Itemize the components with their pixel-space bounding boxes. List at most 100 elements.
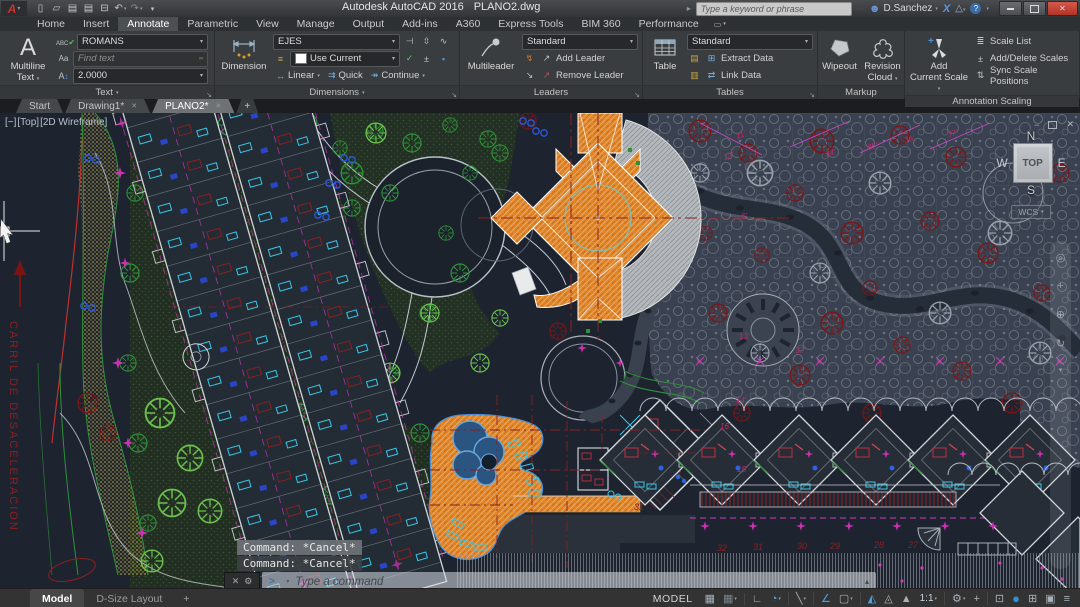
search-input[interactable]: Type a keyword or phrase bbox=[696, 2, 852, 16]
dimensions-dialog-launcher-icon[interactable]: ↘ bbox=[451, 91, 457, 99]
text-style-select[interactable]: ROMANS▾ bbox=[77, 34, 208, 50]
layout-tab-d-size[interactable]: D-Size Layout bbox=[84, 589, 174, 607]
zoom-extents-icon[interactable]: ⊕ bbox=[1056, 308, 1065, 321]
leader-align-icon[interactable]: ↘ bbox=[522, 70, 537, 81]
save-icon[interactable]: ▤ bbox=[65, 2, 80, 15]
table-cell-icon[interactable]: ▤ bbox=[687, 53, 702, 64]
scale-list-label[interactable]: Scale List bbox=[990, 36, 1031, 47]
multiline-text-button[interactable]: A Multiline Text ▾ bbox=[3, 33, 53, 85]
find-text-input[interactable]: Find text ∞ bbox=[73, 51, 208, 67]
spell-check-icon[interactable]: ABC✔ bbox=[56, 37, 75, 47]
isolate-objects-icon[interactable]: ⊡ bbox=[987, 592, 1008, 605]
adjust-space-icon[interactable]: ⇳ bbox=[419, 36, 434, 47]
continue-dimension-button[interactable]: ↠Continue▾ bbox=[368, 70, 428, 81]
link-data-icon[interactable]: ⇄ bbox=[704, 70, 719, 81]
panel-footer-dimensions[interactable]: Dimensions▾ ↘ bbox=[215, 85, 459, 99]
viewport-controls[interactable]: [−][Top][2D Wireframe] bbox=[5, 117, 108, 128]
doc-tab-start[interactable]: Start bbox=[16, 99, 63, 113]
qat-menu-icon[interactable]: ▾ bbox=[145, 2, 160, 15]
doc-tab-close-icon[interactable]: ✕ bbox=[131, 102, 137, 110]
viewcube-west[interactable]: W bbox=[996, 156, 1007, 170]
model-space-toggle[interactable]: MODEL bbox=[645, 593, 701, 605]
customization-icon[interactable]: ≡ bbox=[1060, 593, 1074, 605]
panel-footer-tables[interactable]: Tables ↘ bbox=[643, 85, 817, 99]
osnap-icon[interactable]: ▢▾ bbox=[835, 592, 857, 605]
viewcube-north[interactable]: N bbox=[988, 129, 1074, 143]
remove-leader-label[interactable]: Remove Leader bbox=[556, 70, 624, 81]
snap-icon[interactable]: ▦▾ bbox=[719, 592, 741, 605]
dim-update-icon[interactable]: ✓ bbox=[402, 53, 417, 64]
drawing-restore-icon[interactable] bbox=[1048, 121, 1057, 129]
doc-tab-drawing1[interactable]: Drawing1*✕ bbox=[65, 99, 150, 113]
drawing-minimize-icon[interactable]: − bbox=[1034, 120, 1039, 130]
search-collapse-icon[interactable]: ▸ bbox=[687, 4, 691, 13]
pan-icon[interactable]: + bbox=[1057, 280, 1063, 292]
graphics-performance-icon[interactable]: ● bbox=[1008, 591, 1024, 606]
polar-tracking-icon[interactable]: ◔▾ bbox=[767, 593, 785, 605]
ribbon-tab-manage[interactable]: Manage bbox=[288, 17, 344, 31]
save-as-icon[interactable]: ▤ bbox=[81, 2, 96, 15]
sync-scale-positions-label[interactable]: Sync Scale Positions bbox=[990, 65, 1076, 87]
drawing-viewport[interactable]: CARRIL DE DESACELERACION3231302928273111… bbox=[0, 113, 1080, 588]
wipeout-button[interactable]: Wipeout bbox=[821, 33, 858, 85]
ribbon-tab-annotate[interactable]: Annotate bbox=[118, 17, 178, 31]
leader-collect-icon[interactable]: ↯ bbox=[522, 53, 537, 64]
text-dialog-launcher-icon[interactable]: ↘ bbox=[206, 91, 212, 99]
minimize-button[interactable] bbox=[999, 1, 1022, 16]
quick-dimension-button[interactable]: ⇉Quick bbox=[325, 70, 366, 81]
center-mark-icon[interactable]: ▪ bbox=[436, 54, 451, 64]
viewcube[interactable]: N W TOP E S WCS▾ bbox=[988, 129, 1074, 220]
dimension-button[interactable]: Dimension bbox=[218, 33, 270, 85]
add-leader-icon[interactable]: ↗ bbox=[539, 53, 554, 64]
new-file-icon[interactable]: ▯ bbox=[33, 2, 48, 15]
autocad-logo-icon[interactable]: A▾ bbox=[1, 1, 27, 16]
help-icon[interactable]: ? bbox=[970, 3, 981, 14]
tables-dialog-launcher-icon[interactable]: ↘ bbox=[809, 91, 815, 99]
ribbon-tab-view[interactable]: View bbox=[247, 17, 288, 31]
ribbon-tab-insert[interactable]: Insert bbox=[74, 17, 118, 31]
add-current-scale-button[interactable]: + Add Current Scale ▾ bbox=[908, 33, 970, 95]
full-navigation-wheel-icon[interactable]: ◎ bbox=[1056, 251, 1066, 264]
osnap-tracking-icon[interactable]: ∠ bbox=[813, 592, 835, 605]
exchange-apps-icon[interactable]: X bbox=[943, 3, 950, 15]
grid-icon[interactable]: ▦ bbox=[701, 592, 719, 605]
ribbon-tab-performance[interactable]: Performance bbox=[630, 17, 708, 31]
ortho-icon[interactable]: ∟ bbox=[744, 593, 767, 605]
link-data-label[interactable]: Link Data bbox=[721, 70, 761, 81]
dim-style-select[interactable]: EJES▾ bbox=[273, 34, 400, 50]
signin-user[interactable]: ☻ D.Sanchez ▾ bbox=[869, 3, 938, 15]
navbar-menu-icon[interactable]: ▾ bbox=[1059, 366, 1063, 374]
annotation-scale-icon[interactable]: ▲ bbox=[897, 593, 916, 605]
datalink-icon[interactable]: ▥ bbox=[687, 70, 702, 81]
ribbon-tab-home[interactable]: Home bbox=[28, 17, 74, 31]
panel-footer-leaders[interactable]: Leaders ↘ bbox=[460, 85, 642, 99]
ribbon-tab-output[interactable]: Output bbox=[344, 17, 394, 31]
viewcube-top-face[interactable]: TOP bbox=[1013, 143, 1053, 183]
ribbon-tab-add-ins[interactable]: Add-ins bbox=[393, 17, 447, 31]
text-height-select[interactable]: 2.0000▾ bbox=[73, 68, 208, 84]
layout-tab-model[interactable]: Model bbox=[30, 589, 84, 607]
close-button[interactable]: ✕ bbox=[1047, 1, 1078, 16]
dim-jog-line-icon[interactable]: ∿ bbox=[436, 36, 451, 47]
ribbon-tab-bim-360[interactable]: BIM 360 bbox=[572, 17, 629, 31]
table-button[interactable]: Table bbox=[646, 33, 684, 85]
command-close-icon[interactable]: ✕ bbox=[232, 576, 240, 587]
visual-style-control[interactable]: [2D Wireframe] bbox=[40, 117, 107, 128]
viewcube-south[interactable]: S bbox=[988, 183, 1074, 197]
ribbon-tab-express-tools[interactable]: Express Tools bbox=[489, 17, 572, 31]
site-plan-drawing[interactable]: CARRIL DE DESACELERACION3231302928273111… bbox=[0, 113, 1080, 588]
table-style-select[interactable]: Standard▾ bbox=[687, 34, 813, 50]
doc-tab-close-icon[interactable]: ✕ bbox=[216, 102, 222, 110]
clean-screen-icon[interactable]: ▣ bbox=[1041, 592, 1059, 605]
dim-layer-select[interactable]: Use Current▾ bbox=[290, 51, 400, 67]
multileader-button[interactable]: Multileader bbox=[463, 33, 519, 85]
ribbon-tab-a360[interactable]: A360 bbox=[447, 17, 490, 31]
plot-icon[interactable]: ⊞ bbox=[1024, 592, 1041, 605]
ribbon-minimize-icon[interactable]: ▭ ▾ bbox=[714, 17, 726, 31]
a360-icon[interactable]: △▾ bbox=[955, 3, 965, 14]
orbit-icon[interactable]: ↻ bbox=[1056, 337, 1065, 350]
isodraft-icon[interactable]: ╲▾ bbox=[788, 592, 810, 605]
command-scroll-up-icon[interactable]: ▴ bbox=[865, 577, 869, 586]
workspace-gear-icon[interactable]: ⚙▾ bbox=[944, 592, 969, 605]
viewcube-east[interactable]: E bbox=[1058, 156, 1066, 170]
